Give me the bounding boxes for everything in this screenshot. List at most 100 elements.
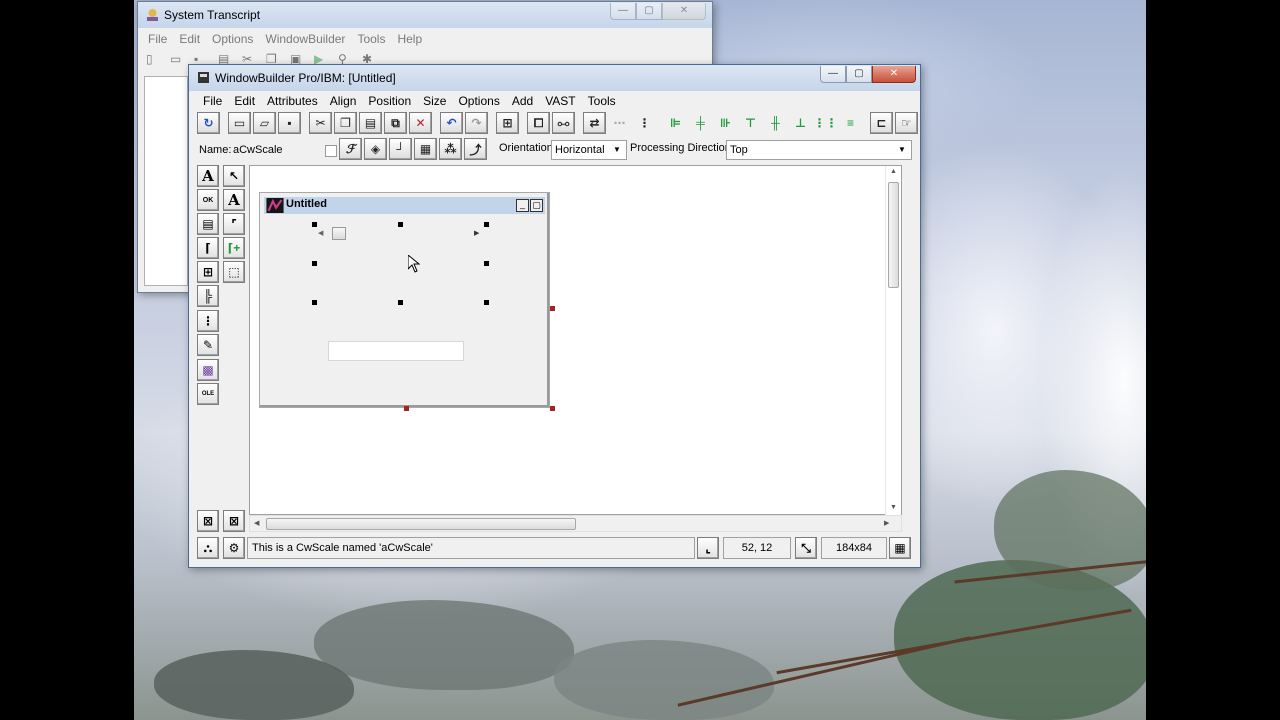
scroll-up-icon[interactable]: ▲ xyxy=(890,168,897,175)
copy-icon[interactable]: ❐ xyxy=(334,112,357,134)
scroll-right-icon[interactable]: ▶ xyxy=(884,519,889,527)
close-button[interactable]: ✕ xyxy=(872,66,916,83)
orientation-dropdown[interactable]: Horizontal ▼ xyxy=(551,140,627,160)
selection-handle[interactable] xyxy=(312,261,317,266)
menu-options[interactable]: Options xyxy=(452,92,505,110)
menu-attributes[interactable]: Attributes xyxy=(261,92,324,110)
windowbuilder-window[interactable]: WindowBuilder Pro/IBM: [Untitled] — ▢ ✕ … xyxy=(188,64,921,568)
menu-file[interactable]: File xyxy=(197,92,228,110)
vertical-scroll-thumb[interactable] xyxy=(888,182,899,288)
button-tool-icon[interactable]: OK xyxy=(197,189,219,211)
design-canvas[interactable]: Untitled _ ▢ ◀ ▶ ▲ ▼ xyxy=(249,165,902,516)
layout-icon[interactable]: ⛬ xyxy=(197,537,219,559)
tab-order-icon[interactable]: ⇄ xyxy=(583,112,606,134)
menu-vast[interactable]: VAST xyxy=(539,92,581,110)
align-center-icon[interactable]: ╪ xyxy=(689,112,712,134)
grid-toggle-icon[interactable]: ▦ xyxy=(889,537,911,559)
menu-size[interactable]: Size xyxy=(417,92,452,110)
wb-titlebar[interactable]: WindowBuilder Pro/IBM: [Untitled] — ▢ ✕ xyxy=(189,65,920,91)
select-all-icon[interactable]: ⊞ xyxy=(496,112,519,134)
properties-icon[interactable]: ▦ xyxy=(414,138,437,160)
split-tool-icon[interactable]: ╠ xyxy=(197,285,219,307)
minimize-button[interactable]: — xyxy=(610,3,636,20)
selection-handle[interactable] xyxy=(398,222,403,227)
transcript-titlebar[interactable]: System Transcript — ▢ ✕ xyxy=(138,2,712,28)
bring-front-icon[interactable]: ⧠ xyxy=(527,112,550,134)
delete-icon[interactable]: ✕ xyxy=(409,112,432,134)
form-text-field[interactable] xyxy=(328,341,464,361)
group-tool-icon[interactable]: ⌈ xyxy=(197,237,219,259)
duplicate-icon[interactable]: ⧉ xyxy=(384,112,407,134)
space-v-icon[interactable]: ≡ xyxy=(839,112,862,134)
processing-direction-dropdown[interactable]: Top ▼ xyxy=(726,140,912,160)
enabled-checkbox[interactable] xyxy=(325,145,337,157)
form-titlebar[interactable]: Untitled _ ▢ xyxy=(264,197,545,214)
maximize-button[interactable]: ▢ xyxy=(636,3,662,20)
menu-file[interactable]: File xyxy=(142,30,173,48)
grid-select-icon[interactable]: ⊠ xyxy=(197,510,219,532)
label-tool-icon[interactable]: A xyxy=(197,165,219,187)
open-folder-icon[interactable]: ▱ xyxy=(253,112,276,134)
align-left-icon[interactable]: ⊫ xyxy=(664,112,687,134)
menu-position[interactable]: Position xyxy=(362,92,417,110)
pointer-tool-icon[interactable]: ↖ xyxy=(223,165,245,187)
minimize-button[interactable]: — xyxy=(820,66,846,83)
menu-tools[interactable]: Tools xyxy=(582,92,622,110)
maximize-button[interactable]: ▢ xyxy=(846,66,872,83)
form-resize-handle[interactable] xyxy=(550,406,555,411)
selection-handle[interactable] xyxy=(398,300,403,305)
edit-tool-icon[interactable]: ✎ xyxy=(197,334,219,356)
new-icon[interactable]: ▯ xyxy=(146,52,170,66)
scroll-down-icon[interactable]: ▼ xyxy=(890,504,897,511)
selection-handle[interactable] xyxy=(484,261,489,266)
menu-edit[interactable]: Edit xyxy=(173,30,206,48)
form-maximize-button[interactable]: ▢ xyxy=(530,199,543,212)
scroll-left-icon[interactable]: ◀ xyxy=(254,519,259,527)
align-right-icon[interactable]: ⊪ xyxy=(714,112,737,134)
menu-help[interactable]: Help xyxy=(391,30,428,48)
name-field[interactable]: aCwScale xyxy=(233,141,327,159)
selection-handle[interactable] xyxy=(312,222,317,227)
menu-options[interactable]: Options xyxy=(206,30,259,48)
horizontal-scrollbar[interactable]: ◀ ▶ xyxy=(249,515,902,532)
redo-icon[interactable]: ↷ xyxy=(465,112,488,134)
vertical-scrollbar[interactable]: ▲ ▼ xyxy=(885,166,901,516)
menu-align[interactable]: Align xyxy=(324,92,363,110)
align-bottom-icon[interactable]: ⊥ xyxy=(789,112,812,134)
attach-icon[interactable]: ┘ xyxy=(389,138,412,160)
text-tool-icon[interactable]: A xyxy=(223,189,245,211)
list-tool-icon[interactable]: ▤ xyxy=(197,213,219,235)
paste-icon[interactable]: ▤ xyxy=(359,112,382,134)
distribute-v-icon[interactable]: ⋮ xyxy=(633,112,656,134)
new-window-icon[interactable]: ▭ xyxy=(228,112,251,134)
selection-handle[interactable] xyxy=(484,300,489,305)
form-resize-handle[interactable] xyxy=(550,306,555,311)
events-icon[interactable]: ⁂ xyxy=(439,138,462,160)
distribute-h-icon[interactable]: ⋯ xyxy=(608,112,631,134)
horizontal-scroll-thumb[interactable] xyxy=(266,518,576,530)
scale-widget[interactable]: ◀ ▶ xyxy=(314,223,486,301)
add-tool-icon[interactable]: ⌈+ xyxy=(223,237,245,259)
ole-tool-icon[interactable]: OLE xyxy=(197,383,219,405)
align-middle-icon[interactable]: ╫ xyxy=(764,112,787,134)
selection-handle[interactable] xyxy=(484,222,489,227)
form-minimize-button[interactable]: _ xyxy=(516,199,529,212)
multimedia-tool-icon[interactable]: ▩ xyxy=(197,359,219,381)
refresh-icon[interactable]: ↻ xyxy=(197,112,220,134)
align-top-icon[interactable]: ⊤ xyxy=(739,112,762,134)
grid-tool-icon[interactable]: ⊞ xyxy=(197,261,219,283)
frame-tool-icon[interactable]: ⌜ xyxy=(223,213,245,235)
space-h-icon[interactable]: ⋮⋮ xyxy=(814,112,838,134)
font-icon[interactable]: ℱ xyxy=(339,138,362,160)
test-icon[interactable]: ☞ xyxy=(895,112,918,134)
menu-tools[interactable]: Tools xyxy=(351,30,391,48)
undo-icon[interactable]: ↶ xyxy=(440,112,463,134)
form-resize-handle[interactable] xyxy=(404,406,409,411)
designed-form[interactable]: Untitled _ ▢ ◀ ▶ xyxy=(259,192,550,408)
grid-expand-icon[interactable]: ⊠ xyxy=(223,510,245,532)
send-back-icon[interactable]: ⧟ xyxy=(552,112,575,134)
close-button[interactable]: ✕ xyxy=(662,3,706,20)
inspector-icon[interactable]: ⚙ xyxy=(223,537,245,559)
menu-add[interactable]: Add xyxy=(506,92,539,110)
size-icon[interactable]: ⊏ xyxy=(870,112,893,134)
